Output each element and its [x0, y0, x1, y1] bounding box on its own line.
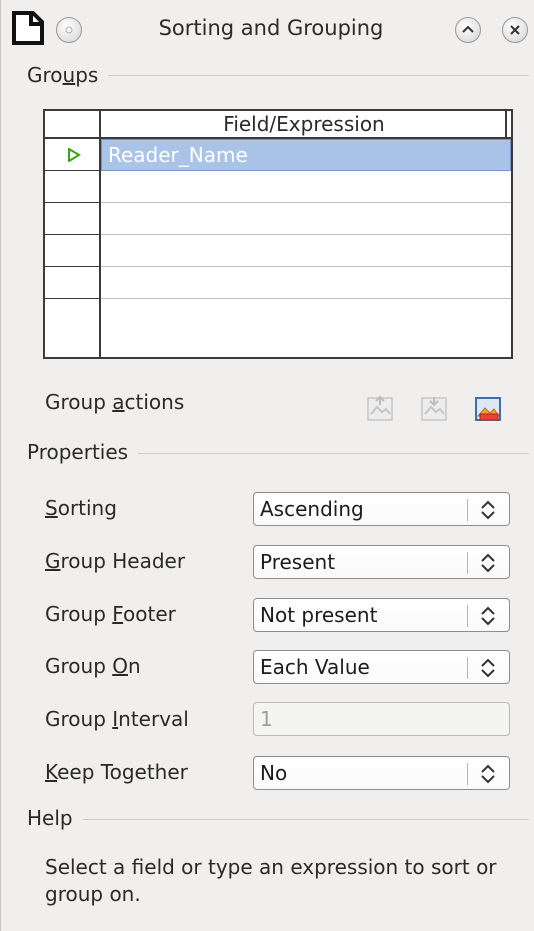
spin-updown-icon [481, 553, 495, 573]
help-section-label: Help [27, 806, 83, 830]
grid-cell-row-5[interactable] [101, 267, 511, 299]
group-header-value: Present [260, 550, 336, 574]
spin-updown-icon [481, 500, 495, 520]
group-header-label: Group Header [45, 549, 186, 573]
keep-together-select[interactable]: No [253, 756, 510, 790]
group-on-select[interactable]: Each Value [253, 650, 510, 684]
group-actions-label: Group actions [45, 390, 185, 414]
keep-together-value: No [260, 761, 288, 785]
shade-button[interactable] [455, 17, 481, 43]
spin-updown-icon [481, 606, 495, 626]
groups-grid[interactable]: Field/Expression Reader_Name [43, 109, 513, 359]
spin-updown-icon [481, 658, 495, 678]
combo-separator [467, 605, 468, 627]
grid-cell-row-3[interactable] [101, 203, 511, 235]
move-up-icon[interactable] [365, 394, 395, 424]
grid-header-end [505, 111, 511, 137]
delete-icon[interactable] [473, 394, 503, 424]
group-on-value: Each Value [260, 655, 370, 679]
combo-separator [467, 657, 468, 679]
row-header-4[interactable] [45, 235, 101, 267]
group-interval-field: 1 [253, 702, 510, 736]
grid-cell-row-2[interactable] [101, 171, 511, 203]
chevron-up-icon [462, 25, 474, 33]
close-button[interactable] [502, 17, 528, 43]
group-interval-label: Group Interval [45, 707, 189, 731]
grid-cell-row-1[interactable]: Reader_Name [101, 139, 511, 171]
grid-corner-cell [45, 111, 101, 137]
row-header-6[interactable] [45, 299, 101, 357]
close-icon [510, 25, 520, 35]
group-interval-value: 1 [260, 707, 273, 731]
group-footer-select[interactable]: Not present [253, 598, 510, 632]
row-header-2[interactable] [45, 171, 101, 203]
grid-cell-row-6[interactable] [101, 299, 511, 357]
group-header-select[interactable]: Present [253, 545, 510, 579]
combo-separator [467, 552, 468, 574]
row-header-3[interactable] [45, 203, 101, 235]
row-header-5[interactable] [45, 267, 101, 299]
document-app-icon[interactable] [11, 10, 45, 46]
groups-section-label: Groups [27, 63, 109, 87]
combo-separator [467, 499, 468, 521]
sorting-select[interactable]: Ascending [253, 492, 510, 526]
sorting-grouping-window: Sorting and Grouping Groups Field/Expres… [0, 0, 534, 931]
spin-updown-icon [481, 764, 495, 784]
properties-section-label: Properties [27, 440, 139, 464]
help-divider [31, 819, 529, 820]
group-on-label: Group On [45, 654, 141, 678]
group-footer-value: Not present [260, 603, 378, 627]
grid-cell-row-4[interactable] [101, 235, 511, 267]
keep-together-label: Keep Together [45, 760, 188, 784]
field-expression-column-header[interactable]: Field/Expression [103, 111, 505, 137]
window-menu-button[interactable] [56, 17, 82, 43]
move-down-icon[interactable] [419, 394, 449, 424]
combo-separator [467, 763, 468, 785]
title-bar: Sorting and Grouping [1, 0, 534, 62]
sorting-label: Sorting [45, 496, 117, 520]
window-title: Sorting and Grouping [158, 16, 384, 40]
sorting-value: Ascending [260, 497, 364, 521]
group-footer-label: Group Footer [45, 602, 176, 626]
current-row-arrow-icon [68, 148, 81, 162]
circle-icon [65, 26, 73, 34]
help-text: Select a field or type an expression to … [45, 855, 497, 906]
row-header-1[interactable] [45, 139, 101, 171]
grid-header: Field/Expression [45, 111, 511, 139]
